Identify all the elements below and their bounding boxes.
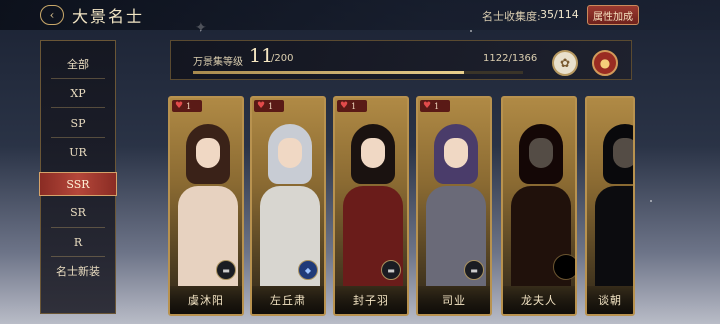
level-label: 万景集等级: [193, 57, 243, 68]
affection-count: 1: [351, 101, 357, 111]
page-title: 大景名士: [72, 7, 145, 26]
level-progress-bar: [193, 71, 523, 74]
character-card[interactable]: ♥ 1 左丘肃 ◆: [250, 96, 326, 316]
heart-icon: ♥: [423, 101, 432, 111]
character-portrait: [420, 108, 488, 286]
filter-ur[interactable]: UR: [41, 140, 115, 164]
sky-star: [470, 30, 472, 32]
level-max: /200: [271, 53, 294, 64]
filter-sr[interactable]: SR: [41, 200, 115, 224]
portrait-body: [595, 186, 633, 286]
heart-icon: ♥: [175, 101, 184, 111]
character-portrait: [337, 108, 405, 286]
collection-label: 名士收集度:: [482, 10, 541, 23]
affection-count: 1: [268, 101, 274, 111]
affection-badge: ♥ 1: [172, 100, 202, 112]
divider: [51, 227, 105, 228]
filter-xp[interactable]: XP: [41, 81, 115, 105]
character-portrait: [505, 108, 573, 286]
character-name: 左丘肃: [270, 294, 306, 307]
character-card[interactable]: ♥ 1 封子羽 ▬: [333, 96, 409, 316]
affection-badge: ♥ 1: [254, 100, 284, 112]
character-card[interactable]: ♥ 1 司业 ▬: [416, 96, 492, 316]
affection-badge: ♥ 1: [420, 100, 450, 112]
character-portrait: [254, 108, 322, 286]
rarity-filter-sidebar: 全部 XP SP UR SSR SR R 名士新装: [39, 40, 117, 314]
divider: [51, 107, 105, 108]
filter-all[interactable]: 全部: [41, 52, 115, 76]
collection-level-panel: 万景集等级 11 /200 1122/1366 ✿ ●: [170, 40, 632, 80]
affection-count: 1: [186, 101, 192, 111]
character-name: 司业: [442, 294, 466, 307]
character-card[interactable]: ♥ 1 虞沐阳 ▬: [168, 96, 244, 316]
portrait-face: [444, 138, 468, 168]
affection-count: 1: [434, 101, 440, 111]
character-name: 谈朝: [598, 294, 622, 307]
skill-icon[interactable]: ▬: [464, 260, 484, 280]
skill-icon[interactable]: ▬: [216, 260, 236, 280]
back-button[interactable]: ‹: [40, 5, 64, 25]
character-name: 封子羽: [353, 294, 389, 307]
top-bar: ‹ 大景名士 名士收集度: 35/114 属性加成: [0, 0, 720, 30]
skill-icon[interactable]: ▬: [381, 260, 401, 280]
reward-icon[interactable]: ●: [592, 50, 618, 76]
portrait-face: [613, 138, 633, 168]
portrait-face: [529, 138, 553, 168]
divider: [51, 137, 105, 138]
filter-ssr[interactable]: SSR: [39, 172, 117, 196]
level-progress-fill: [193, 71, 464, 74]
character-card[interactable]: 龙夫人: [501, 96, 577, 316]
level-value: 11: [249, 45, 274, 67]
heart-icon: ♥: [340, 101, 349, 111]
filter-new-outfit[interactable]: 名士新装: [41, 259, 115, 283]
character-portrait: [172, 108, 240, 286]
heart-icon: ♥: [257, 101, 266, 111]
affection-badge: ♥ 1: [337, 100, 367, 112]
level-exp: 1122/1366: [483, 53, 538, 64]
character-name: 龙夫人: [521, 294, 557, 307]
attribute-bonus-button[interactable]: 属性加成: [587, 5, 639, 25]
divider: [51, 256, 105, 257]
gift-icon[interactable]: ✿: [552, 50, 578, 76]
portrait-face: [361, 138, 385, 168]
character-name: 虞沐阳: [188, 294, 224, 307]
portrait-face: [196, 138, 220, 168]
back-arrow-icon: ‹: [49, 8, 55, 22]
filter-sp[interactable]: SP: [41, 111, 115, 135]
locked-icon: [553, 254, 575, 280]
collection-value: 35/114: [540, 8, 579, 21]
sky-star: [650, 200, 652, 202]
divider: [51, 78, 105, 79]
portrait-face: [278, 138, 302, 168]
filter-r[interactable]: R: [41, 230, 115, 254]
character-card[interactable]: 谈朝: [585, 96, 635, 316]
character-portrait: [589, 108, 633, 286]
skill-icon[interactable]: ◆: [298, 260, 318, 280]
